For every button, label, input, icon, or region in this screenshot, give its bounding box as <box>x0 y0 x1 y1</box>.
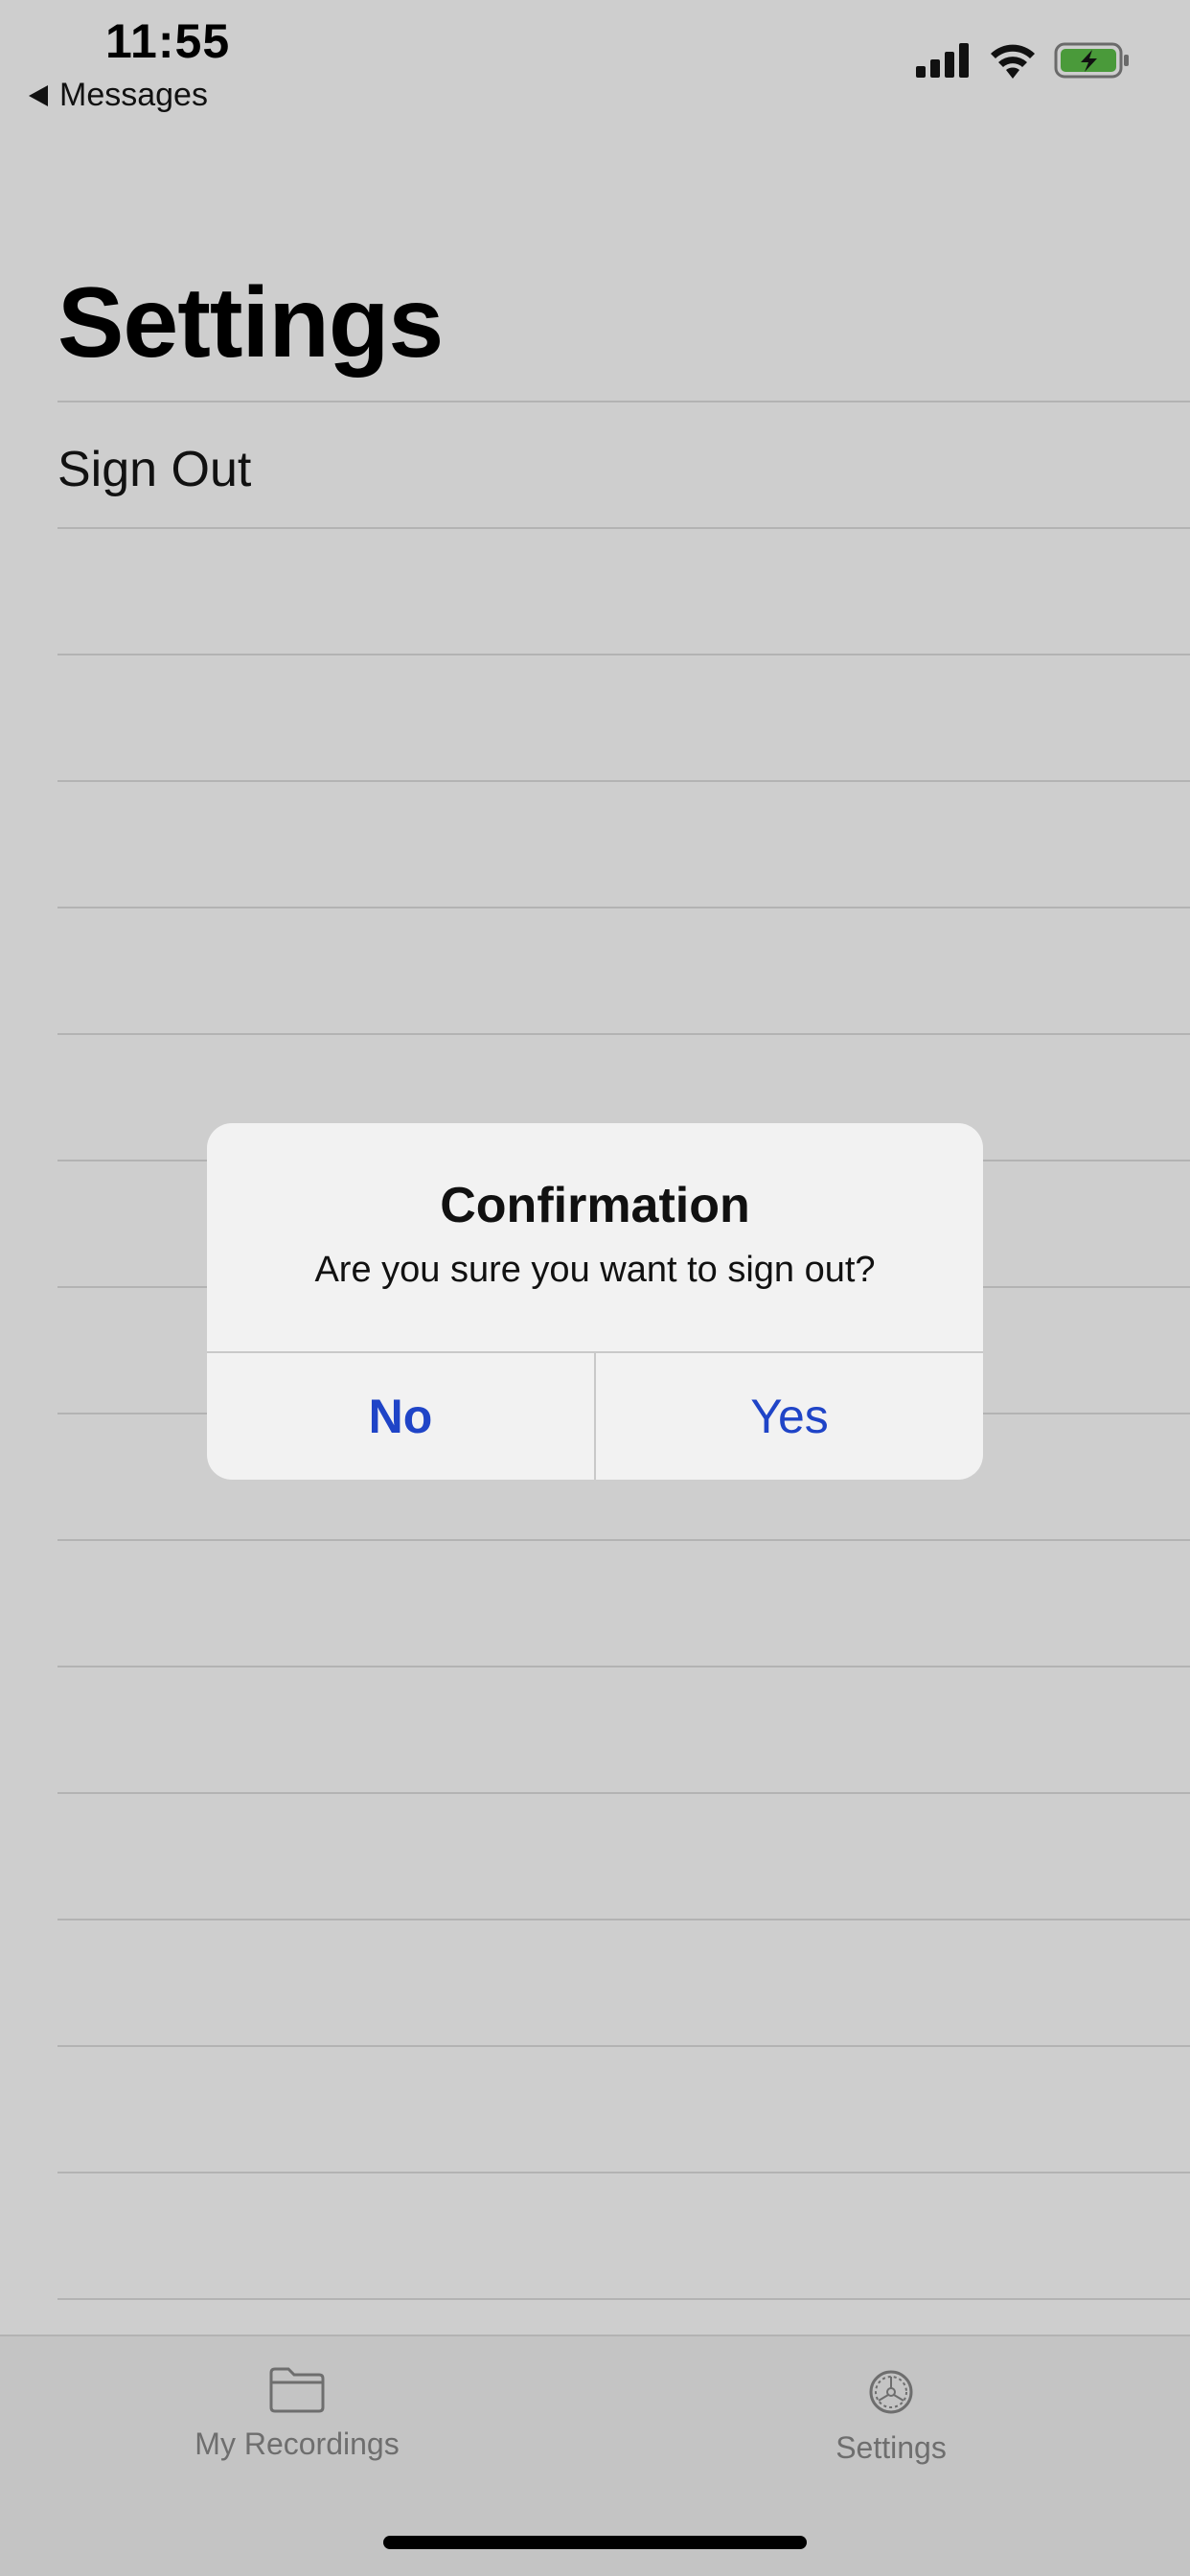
battery-charging-icon <box>1054 42 1129 79</box>
folder-icon <box>269 2367 325 2413</box>
cellular-signal-icon <box>916 43 969 78</box>
sign-out-label: Sign Out <box>57 442 252 497</box>
confirmation-alert: Confirmation Are you sure you want to si… <box>207 1123 983 1480</box>
status-icons <box>916 42 1131 79</box>
gear-icon <box>869 2370 913 2414</box>
tab-settings[interactable]: Settings <box>690 2365 1092 2466</box>
tab-my-recordings-label: My Recordings <box>195 2426 400 2461</box>
empty-row <box>57 1666 1190 1792</box>
no-button[interactable]: No <box>207 1353 594 1480</box>
page-title: Settings <box>57 267 444 379</box>
empty-row <box>57 2172 1190 2298</box>
empty-row <box>57 1919 1190 2045</box>
empty-row <box>57 907 1190 1033</box>
status-time: 11:55 <box>105 14 231 68</box>
empty-row <box>57 780 1190 907</box>
tab-my-recordings[interactable]: My Recordings <box>96 2365 498 2462</box>
wifi-icon <box>991 44 1035 79</box>
empty-row <box>57 2045 1190 2172</box>
back-triangle-icon <box>29 84 48 106</box>
tab-settings-label: Settings <box>835 2430 947 2465</box>
alert-message: Are you sure you want to sign out? <box>314 1250 876 1290</box>
alert-title: Confirmation <box>440 1178 750 1233</box>
back-to-messages-link[interactable]: Messages <box>29 77 208 114</box>
empty-row <box>57 527 1190 654</box>
home-indicator[interactable] <box>383 2536 807 2549</box>
empty-row <box>57 1792 1190 1919</box>
empty-row <box>57 1539 1190 1666</box>
back-link-label: Messages <box>59 77 208 113</box>
alert-button-row: No Yes <box>207 1351 983 1480</box>
yes-button[interactable]: Yes <box>596 1353 983 1480</box>
empty-row <box>57 654 1190 780</box>
sign-out-row[interactable]: Sign Out <box>57 401 1190 527</box>
